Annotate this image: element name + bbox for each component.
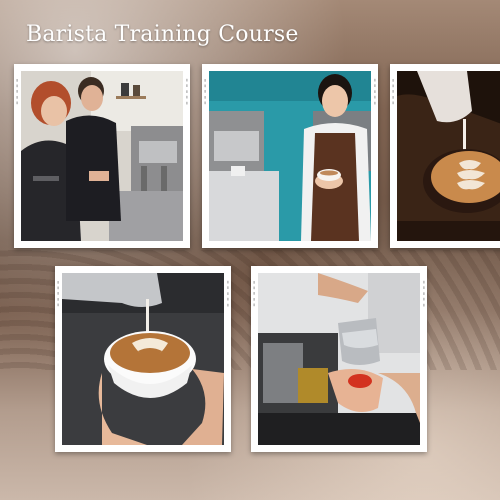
photo-smiling-barista-with-cup <box>209 71 371 241</box>
photo-frame-smiling-barista: ▮ ▮ ▮ ▮ ▮ ▮ ▮ ▮ ▮ ▮ <box>202 64 378 248</box>
photo-frame-latte-pour: ▮ ▮ ▮ ▮ ▮ <box>390 64 500 248</box>
photo-baristas-at-machine <box>21 71 183 241</box>
frame-edge-text: ▮ ▮ ▮ ▮ ▮ <box>422 280 426 308</box>
page-title: Barista Training Course <box>26 22 299 47</box>
frame-edge-text: ▮ ▮ ▮ ▮ ▮ <box>203 78 207 106</box>
photo-frame-milk-pitcher: ▮ ▮ ▮ ▮ ▮ ▮ ▮ ▮ ▮ ▮ <box>251 266 427 452</box>
frame-edge-text: ▮ ▮ ▮ ▮ ▮ <box>391 78 395 106</box>
frame-edge-text: ▮ ▮ ▮ ▮ ▮ <box>56 280 60 308</box>
frame-edge-text: ▮ ▮ ▮ ▮ ▮ <box>185 78 189 106</box>
frame-edge-text: ▮ ▮ ▮ ▮ ▮ <box>252 280 256 308</box>
photo-latte-art-pour <box>397 71 500 241</box>
frame-edge-text: ▮ ▮ ▮ ▮ ▮ <box>15 78 19 106</box>
photo-frame-hands-latte: ▮ ▮ ▮ ▮ ▮ ▮ ▮ ▮ ▮ ▮ <box>55 266 231 452</box>
frame-edge-text: ▮ ▮ ▮ ▮ ▮ <box>226 280 230 308</box>
frame-edge-text: ▮ ▮ ▮ ▮ ▮ <box>373 78 377 106</box>
photo-steaming-milk-pitcher <box>258 273 420 445</box>
photo-hands-holding-latte <box>62 273 224 445</box>
photo-frame-baristas: ▮ ▮ ▮ ▮ ▮ ▮ ▮ ▮ ▮ ▮ <box>14 64 190 248</box>
